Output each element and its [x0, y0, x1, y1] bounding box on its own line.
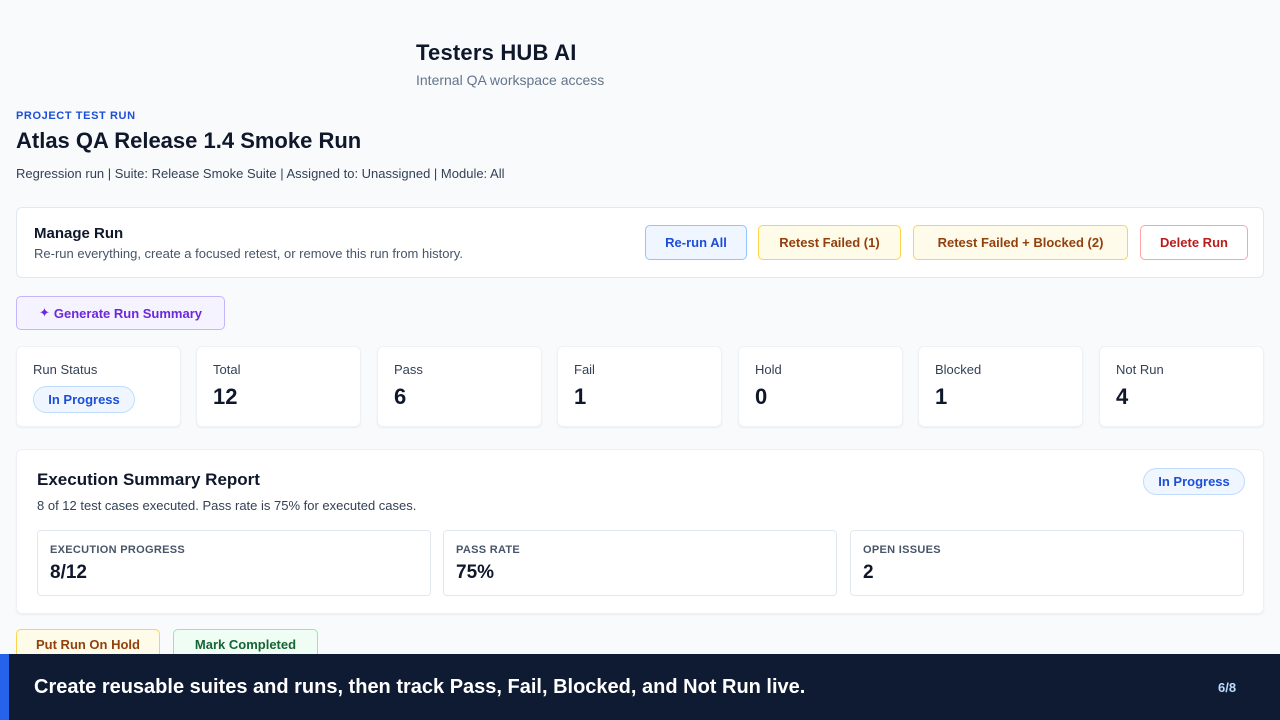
manage-run-title: Manage Run [34, 225, 124, 242]
metric-label: PASS RATE [456, 544, 521, 556]
status-badge: In Progress [33, 386, 135, 413]
banner-accent-bar [0, 654, 9, 720]
stat-card-total: Total 12 [196, 346, 361, 427]
page-title: Atlas QA Release 1.4 Smoke Run [16, 128, 362, 153]
stat-value: 4 [1116, 384, 1129, 409]
metric-label: OPEN ISSUES [863, 544, 941, 556]
retest-failed-blocked-button[interactable]: Retest Failed + Blocked (2) [913, 225, 1128, 260]
metric-open-issues: OPEN ISSUES 2 [850, 530, 1244, 596]
stat-card-not-run: Not Run 4 [1099, 346, 1264, 427]
brand-header: Testers HUB AI Internal QA workspace acc… [416, 40, 604, 88]
stat-value: 6 [394, 384, 407, 409]
stat-value: 1 [935, 384, 948, 409]
execution-summary-panel: Execution Summary Report 8 of 12 test ca… [16, 449, 1264, 614]
stat-label: Total [213, 362, 241, 377]
stat-label: Run Status [33, 362, 98, 377]
delete-run-button[interactable]: Delete Run [1140, 225, 1248, 260]
slide-counter: 6/8 [1218, 680, 1237, 695]
generate-run-summary-button[interactable]: ✦ Generate Run Summary [16, 296, 225, 330]
metric-value: 2 [863, 562, 874, 583]
banner-caption: Create reusable suites and runs, then tr… [34, 676, 806, 698]
metric-label: EXECUTION PROGRESS [50, 544, 185, 556]
manage-run-panel: Manage Run Re-run everything, create a f… [16, 207, 1264, 278]
sparkle-icon: ✦ [38, 305, 50, 320]
stat-card-fail: Fail 1 [557, 346, 722, 427]
stat-label: Fail [574, 362, 595, 377]
stat-label: Pass [394, 362, 423, 377]
app-title: Testers HUB AI [416, 40, 577, 65]
app-subtitle: Internal QA workspace access [416, 72, 605, 88]
summary-status-badge: In Progress [1143, 468, 1245, 495]
metric-pass-rate: PASS RATE 75% [443, 530, 837, 596]
stat-label: Blocked [935, 362, 982, 377]
caption-banner: Create reusable suites and runs, then tr… [0, 654, 1280, 720]
stat-value: 0 [755, 384, 768, 409]
manage-run-description: Re-run everything, create a focused rete… [34, 246, 463, 261]
rerun-all-button[interactable]: Re-run All [645, 225, 747, 260]
retest-failed-button[interactable]: Retest Failed (1) [758, 225, 901, 260]
stat-card-blocked: Blocked 1 [918, 346, 1083, 427]
stat-card-pass: Pass 6 [377, 346, 542, 427]
stat-value: 12 [213, 384, 238, 409]
metric-execution-progress: EXECUTION PROGRESS 8/12 [37, 530, 431, 596]
summary-title: Execution Summary Report [37, 470, 260, 489]
metric-value: 8/12 [50, 562, 87, 583]
stat-card-hold: Hold 0 [738, 346, 903, 427]
page-eyebrow: PROJECT TEST RUN [16, 110, 136, 122]
generate-run-summary-label: Generate Run Summary [53, 305, 202, 321]
stat-card-run-status: Run Status In Progress [16, 346, 181, 427]
stat-value: 1 [574, 384, 587, 409]
metric-value: 75% [456, 562, 495, 583]
run-meta: Regression run | Suite: Release Smoke Su… [16, 166, 505, 181]
stat-label: Hold [755, 362, 782, 377]
summary-description: 8 of 12 test cases executed. Pass rate i… [37, 498, 417, 513]
stat-label: Not Run [1116, 362, 1164, 377]
